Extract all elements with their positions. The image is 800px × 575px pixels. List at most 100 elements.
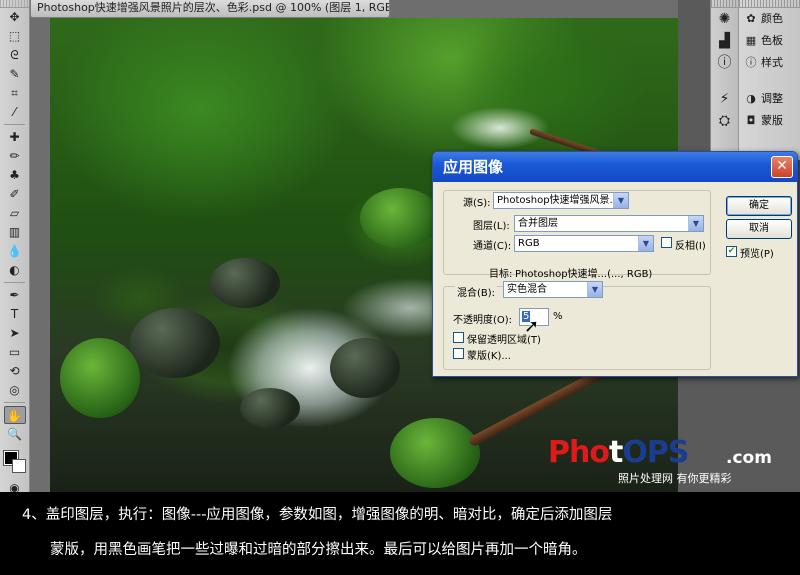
chevron-down-icon: ▼	[587, 282, 602, 297]
tool-separator	[4, 402, 25, 403]
color-panel-icon: ✿	[746, 12, 756, 25]
channel-select[interactable]: RGB ▼	[514, 235, 654, 252]
mask-label: 蒙版(K)...	[467, 351, 511, 362]
dock-panel-list: ✿ 颜色 ▦ 色板 ⓘ 样式 ◑ 调整 ◘ 蒙版	[738, 0, 800, 160]
channel-label: 通道(C):	[473, 241, 512, 252]
tool-separator	[4, 282, 25, 283]
path-select-tool-icon[interactable]: ➤	[4, 324, 26, 342]
close-icon[interactable]: ✕	[771, 156, 793, 178]
blending-value: 实色混合	[507, 284, 547, 295]
tool-list: ✥ ⬚ ᘓ ✎ ⌗ ⁄ ✚ ✏ ♣ ✐ ▱ ▥ 💧 ◐ ✒ T ➤ ▭ ⟲ ◎ ✋ 🔍	[0, 8, 29, 443]
dock-item-masks[interactable]: ◘ 蒙版	[739, 110, 800, 132]
color-swatches[interactable]	[2, 449, 28, 475]
hand-tool-icon[interactable]: ✋	[3, 406, 26, 424]
invert-checkbox[interactable]	[661, 237, 672, 248]
quick-select-tool-icon[interactable]: ✎	[4, 65, 26, 83]
eraser-tool-icon[interactable]: ▱	[4, 204, 26, 222]
preserve-transparency-label: 保留透明区域(T)	[467, 335, 541, 346]
document-tab[interactable]: Photoshop快速增强风景照片的层次、色彩.psd @ 100% (图层 1…	[30, 0, 390, 18]
photops-watermark: PhotOPS .com 照片处理网 有你更精彩	[548, 436, 798, 488]
clone-stamp-tool-icon[interactable]: ♣	[4, 166, 26, 184]
histogram-icon[interactable]: ▟	[711, 30, 738, 52]
photo-rock	[210, 258, 280, 308]
dock-grip[interactable]	[739, 0, 800, 8]
target-value: Photoshop快速增...(..., RGB)	[515, 269, 653, 280]
gradient-tool-icon[interactable]: ▥	[4, 223, 26, 241]
opacity-unit: %	[553, 311, 563, 322]
preserve-transparency-checkbox[interactable]	[453, 332, 464, 343]
tool-separator	[4, 124, 25, 125]
chevron-down-icon: ▼	[688, 216, 703, 231]
history-brush-tool-icon[interactable]: ✐	[4, 185, 26, 203]
document-tab-title: Photoshop快速增强风景照片的层次、色彩.psd @ 100% (图层 1…	[37, 1, 390, 14]
photo-rock	[330, 338, 400, 398]
adjustments-panel-icon: ◑	[746, 92, 756, 105]
dock-item-swatches[interactable]: ▦ 色板	[739, 30, 800, 52]
tools-panel-grip[interactable]	[0, 0, 29, 8]
caption-line-2: 蒙版，用黑色画笔把一些过曝和过暗的部分擦出来。最后可以给图片再加一个暗角。	[50, 542, 587, 558]
watermark-domain: .com	[726, 448, 772, 468]
dock-item-label: 颜色	[761, 12, 783, 25]
photo-rock	[240, 388, 300, 428]
blur-tool-icon[interactable]: 💧	[4, 242, 26, 260]
marquee-tool-icon[interactable]: ⬚	[4, 27, 26, 45]
dock-item-adjustments[interactable]: ◑ 调整	[739, 88, 800, 110]
watermark-logo: PhotOPS	[548, 435, 689, 470]
pen-tool-icon[interactable]: ✒	[4, 286, 26, 304]
apply-image-dialog: 应用图像 ✕ 源(S): Photoshop快速增强风景... ▼ 图层(L):…	[432, 151, 798, 377]
invert-label: 反相(I)	[675, 241, 706, 252]
dialog-title: 应用图像	[443, 158, 504, 176]
dock-grip[interactable]	[711, 0, 738, 8]
brush-tool-icon[interactable]: ✏	[4, 147, 26, 165]
styles-panel-icon: ⓘ	[745, 56, 757, 69]
channels-panel-icon[interactable]: ⛭	[711, 110, 738, 132]
photo-moss	[390, 418, 480, 488]
dock-item-styles[interactable]: ⓘ 样式	[739, 52, 800, 74]
dialog-body: 源(S): Photoshop快速增强风景... ▼ 图层(L): 合并图层 ▼…	[433, 182, 797, 376]
3d-rotate-tool-icon[interactable]: ⟲	[4, 362, 26, 380]
dodge-tool-icon[interactable]: ◐	[4, 261, 26, 279]
crop-tool-icon[interactable]: ⌗	[4, 84, 26, 102]
blending-select[interactable]: 实色混合 ▼	[503, 281, 603, 298]
lasso-tool-icon[interactable]: ᘓ	[4, 46, 26, 64]
watermark-subtitle: 照片处理网 有你更精彩	[618, 472, 732, 485]
dock-item-label: 调整	[761, 92, 783, 105]
shape-tool-icon[interactable]: ▭	[4, 343, 26, 361]
3d-orbit-tool-icon[interactable]: ◎	[4, 381, 26, 399]
info-icon[interactable]: ⓘ	[711, 52, 738, 74]
source-label: 源(S):	[463, 198, 491, 209]
move-tool-icon[interactable]: ✥	[4, 8, 26, 26]
background-color-swatch[interactable]	[11, 459, 26, 473]
source-value: Photoshop快速增强风景...	[497, 195, 620, 206]
preview-checkbox[interactable]: ✔	[726, 246, 737, 257]
cancel-button[interactable]: 取消	[726, 219, 792, 239]
layers-panel-icon[interactable]: ⚡	[711, 88, 738, 110]
quick-mask-icon[interactable]: ◉	[4, 479, 26, 492]
layer-value: 合并图层	[518, 218, 558, 229]
type-tool-icon[interactable]: T	[4, 305, 26, 323]
dock-item-color[interactable]: ✿ 颜色	[739, 8, 800, 30]
photo-rock	[130, 308, 220, 378]
healing-brush-tool-icon[interactable]: ✚	[4, 128, 26, 146]
layer-select[interactable]: 合并图层 ▼	[514, 215, 704, 232]
dock-item-label: 色板	[761, 34, 783, 47]
masks-panel-icon: ◘	[746, 114, 756, 127]
ok-button[interactable]: 确定	[726, 196, 792, 216]
zoom-tool-icon[interactable]: 🔍	[4, 425, 26, 443]
mask-checkbox[interactable]	[453, 348, 464, 359]
source-select[interactable]: Photoshop快速增强风景... ▼	[493, 192, 629, 209]
dialog-titlebar[interactable]: 应用图像 ✕	[433, 152, 797, 182]
tools-panel: ✥⬚ᘓ✎⌗⁄✚✏♣✐▱▥💧◐✒T➤▭⟲◎✋🔍 ◉ ▣	[0, 0, 30, 492]
dock-item-label: 样式	[761, 56, 783, 69]
dock-item-label: 蒙版	[761, 114, 783, 127]
eyedropper-tool-icon[interactable]: ⁄	[4, 103, 26, 121]
layer-label: 图层(L):	[473, 221, 510, 232]
photo-moss	[360, 188, 440, 248]
preview-label: 预览(P)	[740, 249, 774, 260]
swatches-panel-icon: ▦	[745, 34, 757, 47]
target-label: 目标:	[489, 269, 513, 280]
blending-label: 混合(B):	[455, 284, 498, 299]
navigator-icon[interactable]: ✺	[711, 8, 738, 30]
photo-moss	[60, 338, 140, 418]
caption-line-1: 4、盖印图层，执行：图像---应用图像，参数如图，增强图像的明、暗对比，确定后添…	[22, 507, 613, 523]
